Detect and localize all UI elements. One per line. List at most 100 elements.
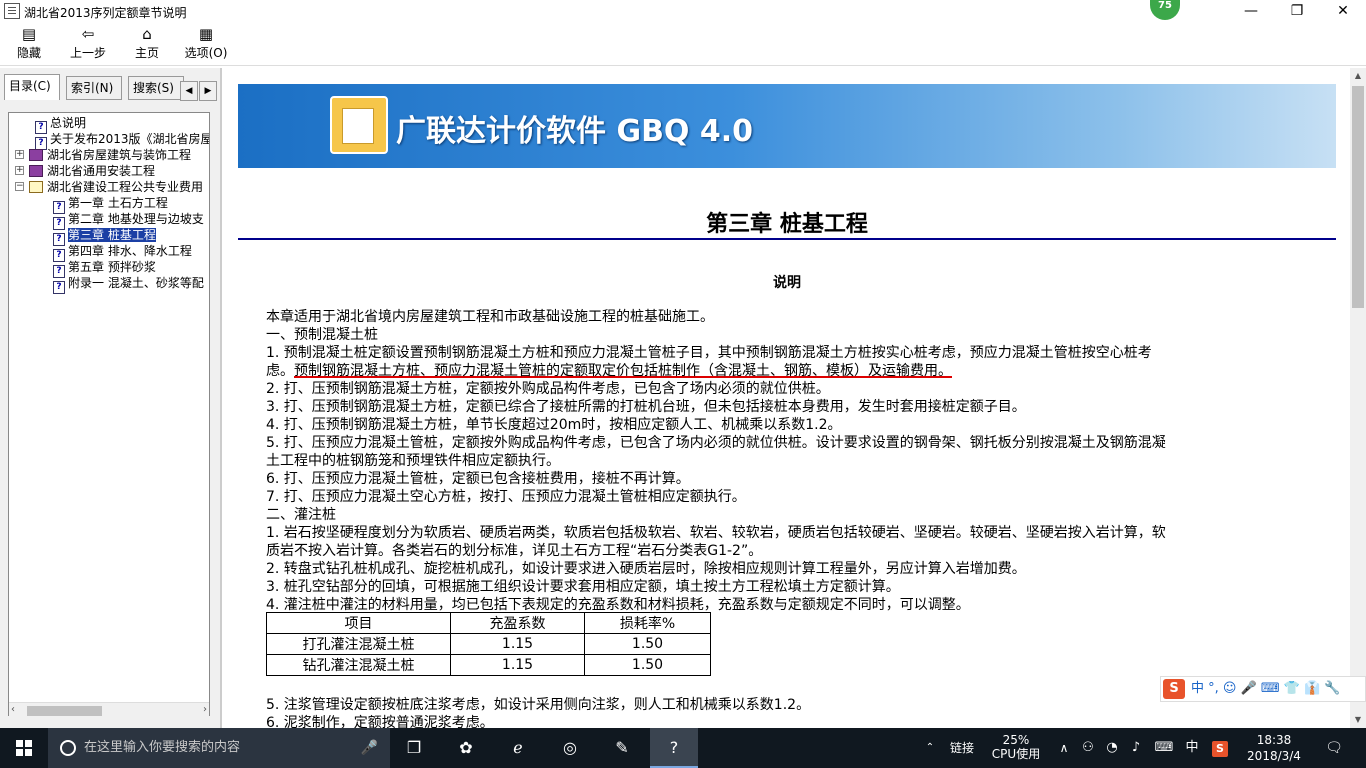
open-book-icon — [29, 181, 43, 193]
maximize-button[interactable]: ❐ — [1274, 0, 1320, 22]
edge-browser-icon[interactable]: ℯ — [494, 728, 542, 768]
home-button[interactable]: ⌂ 主页 — [128, 24, 166, 64]
tree-item[interactable]: ? 第四章 排水、降水工程 — [53, 243, 192, 262]
notification-icon[interactable]: 🗨 — [1318, 728, 1350, 768]
book-icon — [29, 149, 43, 161]
help-viewer-icon[interactable]: ? — [650, 728, 698, 768]
tree-item[interactable]: ? 第二章 地基处理与边坡支 — [53, 211, 204, 230]
task-view-icon[interactable]: ❐ — [390, 728, 438, 768]
wifi-icon[interactable]: ◔ — [1100, 728, 1124, 768]
glodon-app-icon[interactable]: ✎ — [598, 728, 646, 768]
tree-item[interactable]: ? 第一章 土石方工程 — [53, 195, 168, 214]
tree-item-label: 第二章 地基处理与边坡支 — [68, 212, 204, 226]
pinwheel-app-icon[interactable]: ✿ — [442, 728, 490, 768]
paragraph: 5. 注浆管理设定额按桩底注浆考虑，如设计采用侧向注浆，则人工和机械乘以系数1.… — [266, 697, 811, 713]
sogou-tray-icon[interactable]: S — [1208, 728, 1232, 768]
book-icon — [29, 165, 43, 177]
tree-item-selected[interactable]: ? 第三章 桩基工程 — [53, 227, 156, 246]
volume-icon[interactable]: ♪ — [1124, 728, 1148, 768]
back-button[interactable]: ⇦ 上一步 — [64, 24, 112, 64]
keyboard-icon[interactable]: ⌨ — [1150, 728, 1178, 768]
paragraph: 7. 打、压预应力混凝土空心方桩，按打、压预应力混凝土管桩相应定额执行。 — [266, 489, 746, 505]
paragraph: 土工程中的桩钢筋笼和预埋铁件相应定额执行。 — [266, 453, 560, 469]
tree-item[interactable]: ? 第五章 预拌砂浆 — [53, 259, 156, 278]
product-logo-icon — [330, 96, 388, 154]
home-label: 主页 — [134, 46, 159, 60]
cpu-usage[interactable]: 25% CPU使用 — [984, 728, 1048, 768]
scroll-up-icon[interactable]: ▲ — [1350, 68, 1366, 84]
options-icon: ▦ — [198, 25, 214, 43]
ime-toolbar[interactable]: S 中 °, ☺ 🎤 ⌨ 👕 👔 🔧 — [1160, 676, 1366, 702]
app-icon-swirl[interactable]: ◎ — [546, 728, 594, 768]
scrollbar-thumb[interactable] — [27, 706, 102, 716]
search-placeholder: 在这里输入你要搜索的内容 — [84, 740, 241, 755]
minimize-button[interactable]: — — [1228, 0, 1274, 22]
tree-item[interactable]: ? 附录一 混凝土、砂浆等配 — [53, 275, 204, 294]
back-label: 上一步 — [69, 46, 106, 60]
home-icon: ⌂ — [142, 25, 152, 43]
expand-icon[interactable]: + — [15, 150, 24, 159]
paragraph: 虑。预制钢筋混凝土方桩、预应力混凝土管桩的定额取定价包括桩制作（含混凝土、钢筋、… — [266, 362, 1316, 380]
link-label[interactable]: 链接 — [944, 728, 980, 768]
tab-scroll-right-button[interactable]: ▶ — [199, 81, 217, 101]
tree-item[interactable]: ? 总说明 — [35, 115, 86, 134]
tree-item[interactable]: 湖北省房屋建筑与装饰工程 — [29, 147, 191, 163]
chapter-title: 第三章 桩基工程 — [706, 211, 868, 237]
clock[interactable]: 18:38 2018/3/4 — [1236, 728, 1312, 768]
paragraph: 6. 泥浆制作，定额按普通泥浆考虑。 — [266, 715, 494, 728]
table-row: 打孔灌注混凝土桩 1.15 1.50 — [266, 633, 711, 655]
floating-badge[interactable]: 75 — [1150, 0, 1180, 20]
document-body: 本章适用于湖北省境内房屋建筑工程和市政基础设施工程的桩基础施工。 一、预制混凝土… — [266, 308, 1316, 614]
cpu-label: CPU使用 — [991, 747, 1041, 761]
close-button[interactable]: ✕ — [1320, 0, 1366, 22]
tree-item-label: 湖北省房屋建筑与装饰工程 — [47, 148, 192, 162]
expand-icon[interactable]: + — [15, 166, 24, 175]
tab-index[interactable]: 索引(N) — [66, 76, 122, 100]
paragraph: 2. 转盘式钻孔桩机成孔、旋挖桩机成孔，如设计要求进入硬质岩层时，除按相应规则计… — [266, 561, 1026, 577]
ime-language[interactable]: 中 — [1180, 728, 1204, 768]
cortana-icon — [60, 740, 76, 756]
start-button[interactable] — [0, 728, 48, 768]
tree-item-label: 第三章 桩基工程 — [68, 228, 156, 242]
window-title: 湖北省2013序列定额章节说明 — [24, 6, 187, 20]
clock-time: 18:38 — [1256, 733, 1292, 747]
tree-item-label: 第四章 排水、降水工程 — [68, 244, 192, 258]
tree-item[interactable]: 湖北省通用安装工程 — [29, 163, 155, 179]
content-vertical-scrollbar[interactable]: ▲ ▼ — [1350, 68, 1366, 728]
collapse-icon[interactable]: − — [15, 182, 24, 191]
title-divider — [238, 238, 1336, 240]
table-cell: 1.50 — [584, 654, 711, 676]
scroll-right-icon[interactable]: › — [203, 704, 207, 715]
table-header: 损耗率% — [584, 612, 711, 634]
microphone-icon[interactable]: 🎤 — [361, 728, 378, 768]
clock-date: 2018/3/4 — [1247, 749, 1301, 763]
table-row: 钻孔灌注混凝土桩 1.15 1.50 — [266, 654, 711, 676]
tab-search[interactable]: 搜索(S) — [128, 76, 184, 100]
scroll-down-icon[interactable]: ▼ — [1350, 712, 1366, 728]
tree-item-label: 湖北省建设工程公共专业费用 — [47, 180, 204, 194]
tree-item-label: 湖北省通用安装工程 — [47, 164, 156, 178]
scrollbar-thumb[interactable] — [1352, 86, 1364, 308]
table-cell: 1.50 — [584, 633, 711, 655]
options-button[interactable]: ▦ 选项(O) — [182, 24, 230, 64]
paragraph: 6. 打、压预应力混凝土管桩，定额已包含接桩费用，接桩不再计算。 — [266, 471, 690, 487]
tray-overflow-icon[interactable]: ⌃ — [920, 728, 940, 768]
tab-contents[interactable]: 目录(C) — [4, 74, 60, 100]
table-cell: 1.15 — [450, 633, 585, 655]
tree-item[interactable]: 湖北省建设工程公共专业费用 — [29, 179, 203, 195]
tree-item-label: 关于发布2013版《湖北省房屋 — [50, 132, 210, 146]
scroll-left-icon[interactable]: ‹ — [11, 704, 15, 715]
sogou-icon[interactable]: S — [1163, 679, 1185, 699]
taskbar: 在这里输入你要搜索的内容 🎤 ❐ ✿ ℯ ◎ ✎ ? ⌃ 链接 25% CPU使… — [0, 728, 1366, 768]
taskbar-search[interactable]: 在这里输入你要搜索的内容 🎤 — [48, 728, 390, 768]
help-topic-icon: ? — [53, 281, 65, 294]
tab-scroll-left-button[interactable]: ◀ — [180, 81, 198, 101]
ime-tools[interactable]: 中 °, ☺ 🎤 ⌨ 👕 👔 🔧 — [1191, 677, 1341, 701]
tree-horizontal-scrollbar[interactable]: ‹ › — [9, 702, 209, 718]
tree-item[interactable]: ? 关于发布2013版《湖北省房屋 — [35, 131, 210, 150]
paragraph: 1. 预制混凝土桩定额设置预制钢筋混凝土方桩和预应力混凝土管桩子目，其中预制钢筋… — [266, 345, 1152, 361]
people-icon[interactable]: ⚇ — [1076, 728, 1100, 768]
show-hidden-icons-icon[interactable]: ∧ — [1054, 728, 1074, 768]
paragraph: 质岩不按入岩计算。各类岩石的划分标准，详见土石方工程“岩石分类表G1-2”。 — [266, 543, 763, 559]
hide-button[interactable]: ▤ 隐藏 — [8, 24, 50, 64]
